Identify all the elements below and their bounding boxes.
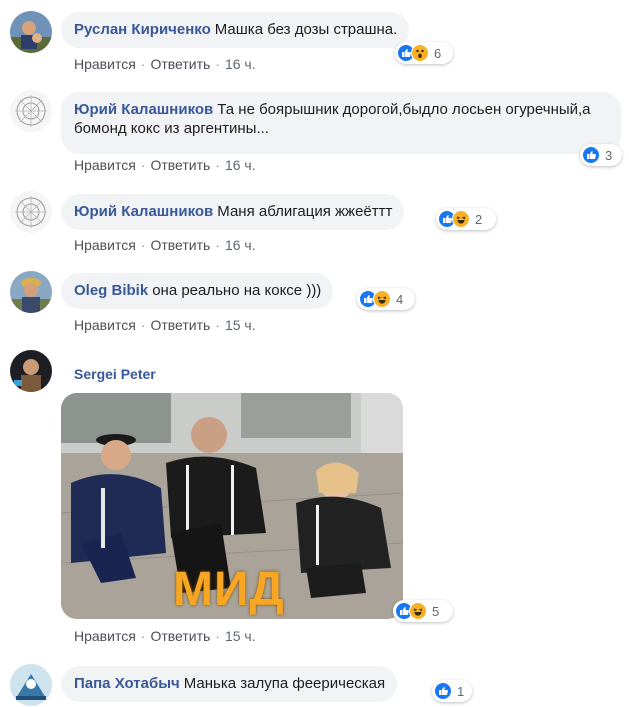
comment-author[interactable]: Юрий Калашников [74, 101, 213, 118]
avatar[interactable] [10, 664, 52, 706]
comment-text: она реально на коксе ))) [152, 282, 322, 299]
comment-time[interactable]: 15 ч. [225, 317, 256, 333]
comment-author[interactable]: Папа Хотабыч [74, 675, 180, 692]
reply-link[interactable]: Ответить [150, 317, 210, 333]
comment-text: Манька залупа феерическая [183, 675, 386, 692]
comment-actions: Нравится · Ответить · 16 ч. [74, 157, 256, 173]
comment-photo[interactable]: МИД [61, 393, 403, 619]
comment-bubble: Юрий Калашников Маня аблигация жжеёттт [61, 194, 405, 230]
photo-caption: МИД [173, 563, 285, 616]
like-link[interactable]: Нравится [74, 628, 136, 644]
reaction-summary[interactable]: 5 [393, 600, 453, 622]
comment-text: Маня аблигация жжеёттт [217, 203, 393, 220]
wow-icon [411, 44, 429, 62]
avatar[interactable] [10, 350, 52, 392]
reply-link[interactable]: Ответить [150, 237, 210, 253]
reaction-summary[interactable]: 3 [580, 144, 622, 166]
comment-text: Машка без дозы страшна. [214, 21, 398, 38]
like-icon [582, 146, 600, 164]
comment-author[interactable]: Sergei Peter [74, 366, 156, 382]
like-link[interactable]: Нравится [74, 237, 136, 253]
comment-author[interactable]: Oleg Bibik [74, 282, 148, 299]
avatar[interactable] [10, 191, 52, 233]
like-link[interactable]: Нравится [74, 157, 136, 173]
comment-time[interactable]: 16 ч. [225, 157, 256, 173]
comment-time[interactable]: 16 ч. [225, 237, 256, 253]
comment-time[interactable]: 15 ч. [225, 628, 256, 644]
comment-actions: Нравится · Ответить · 16 ч. [74, 237, 256, 253]
haha-icon [452, 210, 470, 228]
reaction-count: 4 [396, 291, 404, 307]
comment-bubble: Oleg Bibik она реально на коксе ))) [61, 273, 334, 309]
haha-icon [409, 602, 427, 620]
comment-author[interactable]: Юрий Калашников [74, 203, 213, 220]
reply-link[interactable]: Ответить [150, 157, 210, 173]
reaction-count: 1 [457, 683, 465, 699]
reaction-count: 5 [432, 603, 440, 619]
reaction-summary[interactable]: 2 [436, 208, 496, 230]
comment-bubble: Папа Хотабыч Манька залупа феерическая [61, 666, 398, 702]
reaction-summary[interactable]: 6 [395, 42, 453, 64]
reaction-summary[interactable]: 1 [432, 680, 472, 702]
like-link[interactable]: Нравится [74, 317, 136, 333]
comment-bubble: Руслан Кириченко Машка без дозы страшна. [61, 12, 410, 48]
reaction-summary[interactable]: 4 [357, 288, 415, 310]
like-icon [434, 682, 452, 700]
reply-link[interactable]: Ответить [150, 56, 210, 72]
avatar[interactable] [10, 90, 52, 132]
comment-time[interactable]: 16 ч. [225, 56, 256, 72]
avatar[interactable] [10, 271, 52, 313]
reaction-count: 2 [475, 211, 483, 227]
reaction-count: 3 [605, 147, 613, 163]
reaction-count: 6 [434, 45, 442, 61]
comment-actions: Нравится · Ответить · 15 ч. [74, 317, 256, 333]
comment-bubble: Юрий Калашников Та не боярышник дорогой,б… [61, 92, 621, 154]
avatar[interactable] [10, 11, 52, 53]
comment-actions: Нравится · Ответить · 16 ч. [74, 56, 256, 72]
comment-author[interactable]: Руслан Кириченко [74, 21, 211, 38]
reply-link[interactable]: Ответить [150, 628, 210, 644]
comment-actions: Нравится · Ответить · 15 ч. [74, 628, 256, 644]
like-link[interactable]: Нравится [74, 56, 136, 72]
haha-icon [373, 290, 391, 308]
